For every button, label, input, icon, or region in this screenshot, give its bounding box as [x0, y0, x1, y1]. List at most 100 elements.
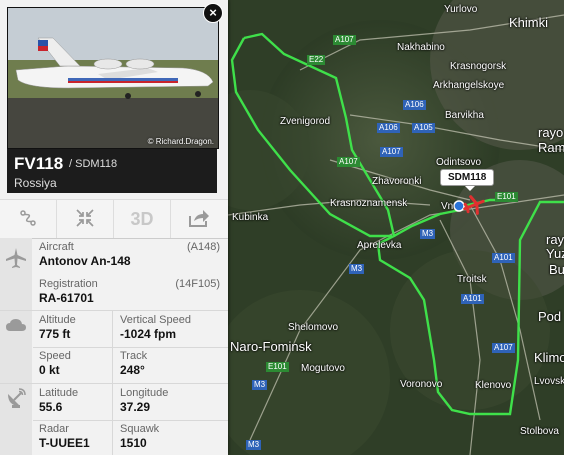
squawk-field: Squawk 1510	[120, 423, 159, 450]
road-shield: A101	[461, 294, 484, 304]
aircraft-section: Aircraft Antonov An-148 (A148) Registrat…	[0, 238, 228, 311]
latitude-value: 55.6	[39, 400, 63, 414]
aircraft-photo-image	[8, 8, 218, 148]
speed-value: 0 kt	[39, 363, 60, 377]
road-shield: A107	[337, 157, 360, 167]
road-shield: A105	[412, 123, 435, 133]
place-kubinka: Kubinka	[232, 212, 269, 223]
altitude-speed-section: Altitude 775 ft Vertical Speed -1024 fpm…	[0, 311, 228, 384]
road-shield: M3	[349, 264, 365, 274]
place-odintsovo: Odintsovo	[436, 157, 482, 168]
position-section: Latitude 55.6 Longitude 37.29 Radar T-UU…	[0, 384, 228, 455]
radar-field: Radar T-UUEE1	[39, 423, 90, 450]
row-divider	[33, 347, 228, 348]
road-shield: A107	[333, 35, 356, 45]
altitude-value: 775 ft	[39, 327, 71, 341]
road-shield: A106	[377, 123, 400, 133]
road-shield: A107	[380, 147, 403, 157]
road-shield: E22	[307, 55, 326, 65]
altitude-field: Altitude 775 ft	[39, 314, 76, 341]
weather-sidebar	[0, 311, 32, 383]
fullscreen-button[interactable]	[57, 200, 114, 238]
flight-info-panel: © Richard.Dragon. × FV118 / SDM118 Rossi…	[0, 0, 228, 455]
longitude-field: Longitude 37.29	[120, 387, 168, 414]
latitude-field: Latitude 55.6	[39, 387, 78, 414]
registration-field: Registration RA-61701	[39, 278, 98, 305]
close-button[interactable]: ×	[203, 3, 223, 23]
speed-field: Speed 0 kt	[39, 350, 71, 377]
vspeed-field: Vertical Speed -1024 fpm	[120, 314, 191, 341]
place-klenovo: Klenovo	[475, 380, 512, 391]
place-aprelevka: Aprelevka	[357, 240, 402, 251]
place-naro-fominsk: Naro-Fominsk	[230, 339, 312, 354]
route-icon	[20, 210, 36, 226]
radar-dish-icon	[8, 388, 26, 408]
aircraft-photo[interactable]: © Richard.Dragon.	[7, 7, 219, 149]
callsign: FV118	[14, 154, 64, 173]
road-shield: E101	[495, 192, 518, 202]
place-rame: Rame	[538, 140, 564, 155]
airline-name: Rossiya	[14, 176, 57, 190]
place-klimo: Klimo	[534, 350, 564, 365]
share-icon	[189, 210, 209, 227]
panel-toolbar: 3D	[0, 199, 228, 239]
road-shield: M3	[252, 380, 268, 390]
road-shield: A107	[492, 343, 515, 353]
latitude-label: Latitude	[39, 387, 79, 399]
road-shield: E101	[266, 362, 289, 372]
road-shield: A106	[403, 100, 426, 110]
squawk-label: Squawk	[120, 423, 160, 435]
row-divider	[33, 420, 228, 421]
registration-code: (14F105)	[175, 278, 220, 290]
place-barvikha: Barvikha	[445, 110, 484, 121]
aircraft-field: Aircraft Antonov An-148	[39, 241, 131, 268]
place-lvovsk: Lvovsk	[534, 376, 564, 387]
track-field: Track 248°	[120, 350, 147, 377]
place-krasnoznamensk: Krasnoznamensk	[330, 198, 408, 209]
aircraft-label: Aircraft	[39, 241, 74, 253]
place-bu: Bu	[549, 262, 564, 277]
compress-icon	[76, 209, 94, 227]
place-yuzh: Yuzh	[546, 246, 564, 261]
place-nakhabino: Nakhabino	[397, 42, 445, 53]
track-value: 248°	[120, 363, 145, 377]
radar-label: Radar	[39, 423, 69, 435]
place-krasnogorsk: Krasnogorsk	[450, 61, 507, 72]
place-rayo-2: rayo	[546, 232, 564, 247]
road-shield: M3	[246, 440, 262, 450]
aircraft-sidebar	[0, 238, 32, 310]
place-voronovo: Voronovo	[400, 379, 443, 390]
altitude-label: Altitude	[39, 314, 76, 326]
photo-credit: © Richard.Dragon.	[147, 137, 214, 146]
vspeed-label: Vertical Speed	[120, 314, 191, 326]
route-button[interactable]	[0, 200, 57, 238]
vspeed-value: -1024 fpm	[120, 327, 177, 341]
place-stolbova: Stolbova	[520, 426, 559, 437]
flight-title-bar: FV118 / SDM118 Rossiya	[7, 149, 217, 193]
longitude-label: Longitude	[120, 387, 169, 399]
place-shelomovo: Shelomovo	[288, 322, 339, 333]
airport-marker-icon[interactable]	[453, 200, 465, 212]
road-shield: M3	[420, 229, 436, 239]
aircraft-code: (A148)	[186, 241, 220, 253]
place-zvenigorod: Zvenigorod	[280, 116, 331, 127]
radar-value: T-UUEE1	[39, 436, 90, 450]
longitude-value: 37.29	[120, 400, 151, 414]
flight-number: / SDM118	[69, 158, 118, 170]
place-vn: Vn	[441, 201, 454, 212]
registration-label: Registration	[39, 278, 98, 290]
place-yurlovo: Yurlovo	[444, 4, 478, 15]
speed-label: Speed	[39, 350, 71, 362]
place-rayo-1: rayo	[538, 125, 564, 140]
airplane-icon	[6, 248, 26, 268]
share-button[interactable]	[171, 200, 227, 238]
place-khimki: Khimki	[509, 15, 549, 30]
place-pod: Pod	[538, 309, 562, 324]
cloud-icon	[6, 319, 26, 331]
road-shield: A101	[492, 253, 515, 263]
squawk-value: 1510	[120, 436, 147, 450]
place-zhavoronki: Zhavoronki	[372, 176, 422, 187]
plane-callout-label[interactable]: SDM118	[440, 169, 495, 191]
view-3d-button[interactable]: 3D	[114, 200, 171, 238]
registration-value: RA-61701	[39, 291, 94, 305]
